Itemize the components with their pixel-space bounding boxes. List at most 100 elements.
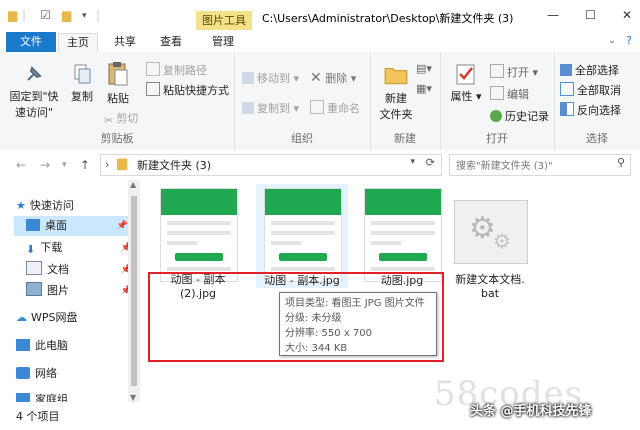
open-group-label: 打开 (486, 132, 508, 145)
up-icon[interactable]: ↑ (80, 158, 90, 172)
documents-icon (26, 261, 42, 275)
copy-path-button[interactable]: 复制路径 (146, 62, 207, 78)
refresh-icon[interactable]: ⟳ (426, 156, 435, 169)
copy-path-icon (146, 62, 160, 76)
new-folder-icon[interactable]: ▆ (62, 8, 71, 22)
picture-tools-label: 图片工具 (196, 11, 252, 30)
collapse-ribbon-icon[interactable]: ⌄ (608, 35, 616, 46)
nav-scroll-thumb[interactable] (131, 196, 137, 386)
new-folder-icon (384, 67, 408, 85)
rename-icon (310, 100, 324, 114)
delete-button[interactable]: ✕ 删除 ▾ (310, 70, 356, 86)
new-group: 新建 文件夹 ▤▾ ▦▾ 新建 (370, 52, 441, 150)
paste-button[interactable]: 粘贴 (100, 60, 136, 106)
sidebar-item-wps-cloud[interactable]: ☁ WPS网盘 (16, 308, 126, 328)
tab-home[interactable]: 主页 (58, 33, 98, 52)
history-button[interactable]: 历史记录 (490, 108, 549, 124)
search-input[interactable]: 搜索"新建文件夹 (3)" ⚲ (449, 154, 631, 176)
recent-locations-icon[interactable]: ▾ (62, 160, 67, 170)
tooltip-resolution: 分辨率: 550 x 700 (285, 328, 372, 339)
desktop-icon (26, 219, 40, 231)
easy-access-icon[interactable]: ▦▾ (416, 82, 432, 95)
cut-button[interactable]: ✂ 剪切 (104, 110, 138, 127)
tab-share[interactable]: 共享 (106, 33, 144, 51)
address-dropdown-icon[interactable]: ▾ (410, 157, 415, 167)
pin-quick-access-button[interactable]: 固定到"快 速访问" (8, 62, 60, 120)
scissors-icon: ✂ (104, 114, 114, 127)
open-button[interactable]: 打开 ▾ (490, 64, 538, 80)
properties-icon[interactable]: ☑ (40, 8, 51, 22)
properties-button[interactable]: 属性 ▾ (448, 62, 484, 104)
batch-file-icon: ⚙ ⚙ (454, 200, 528, 264)
ribbon-tabs: 文件 主页 共享 查看 管理 ⌄ ? (0, 30, 640, 53)
gear-icon: ⚙ (469, 211, 496, 246)
tab-manage[interactable]: 管理 (204, 33, 242, 51)
help-icon[interactable]: ? (626, 34, 632, 47)
copy-icon (74, 64, 91, 84)
sidebar-item-quick-access[interactable]: ★ 快速访问 (16, 196, 126, 216)
sidebar-item-pictures[interactable]: 图片 📌 (26, 281, 136, 301)
address-bar[interactable]: › ▆ 新建文件夹 (3) ▾ ⟳ (100, 154, 442, 176)
select-none-button[interactable]: 全部取消 (560, 82, 621, 98)
forward-icon[interactable]: → (40, 158, 50, 172)
organize-group: 移动到 ▾ 复制到 ▾ ✕ 删除 ▾ 重命名 组织 (234, 52, 371, 150)
navigation-pane: ★ 快速访问 桌面 📌 ⬇ 下载 📌 文档 📌 图片 📌 ☁ WPS网盘 此电脑 网络… (0, 180, 140, 402)
tooltip-size: 大小: 344 KB (285, 343, 348, 354)
open-group: 属性 ▾ 打开 ▾ 编辑 历史记录 打开 (440, 52, 555, 150)
scroll-down-icon[interactable]: ▼ (130, 393, 136, 402)
select-all-button[interactable]: 全部选择 (560, 62, 619, 78)
download-arrow-icon: ⬇ (26, 243, 36, 256)
breadcrumb-current[interactable]: 新建文件夹 (3) (137, 157, 211, 173)
rename-button[interactable]: 重命名 (310, 100, 360, 116)
clipboard-group: 固定到"快 速访问" 复制 粘贴 复制路径 粘贴快捷方式 ✂ 剪切 剪贴板 (0, 52, 235, 150)
copy-label: 复制 (71, 90, 93, 103)
copy-to-button[interactable]: 复制到 ▾ (242, 100, 299, 116)
properties-check-icon (456, 64, 475, 85)
network-icon (16, 367, 30, 379)
separator-icon: | (22, 8, 27, 22)
pin-label: 固定到"快 速访问" (9, 90, 59, 119)
maximize-button[interactable]: ☐ (585, 8, 596, 22)
tab-view[interactable]: 查看 (152, 33, 190, 51)
select-group-label: 选择 (586, 132, 608, 145)
copy-button[interactable]: 复制 (64, 62, 100, 104)
move-to-icon (242, 72, 254, 84)
star-icon: ★ (16, 199, 26, 212)
paste-shortcut-icon (146, 82, 160, 96)
back-icon[interactable]: ← (16, 158, 26, 172)
invert-selection-button[interactable]: 反向选择 (560, 102, 621, 118)
new-folder-button[interactable]: 新建 文件夹 (376, 62, 416, 122)
new-item-icon[interactable]: ▤▾ (416, 62, 432, 75)
history-icon (490, 110, 502, 122)
ribbon: 固定到"快 速访问" 复制 粘贴 复制路径 粘贴快捷方式 ✂ 剪切 剪贴板 移动… (0, 52, 640, 151)
sidebar-item-this-pc[interactable]: 此电脑 (16, 336, 126, 356)
gear-icon: ⚙ (493, 229, 511, 253)
sidebar-item-network[interactable]: 网络 (16, 364, 126, 384)
edit-button[interactable]: 编辑 (490, 86, 529, 102)
minimize-button[interactable]: — (547, 8, 559, 22)
quick-access-dropdown-icon[interactable]: ▾ (82, 11, 87, 21)
address-row: ← → ▾ ↑ › ▆ 新建文件夹 (3) ▾ ⟳ 搜索"新建文件夹 (3)" … (0, 150, 640, 180)
delete-icon: ✕ (310, 70, 322, 86)
tooltip-rating: 分级: 未分级 (285, 313, 342, 324)
search-placeholder: 搜索"新建文件夹 (3)" (456, 161, 553, 172)
item-count: 4 个项目 (16, 410, 60, 423)
pin-icon[interactable]: 📌 (117, 216, 128, 236)
pin-icon (27, 66, 42, 81)
search-icon[interactable]: ⚲ (617, 156, 625, 169)
move-to-button[interactable]: 移动到 ▾ (242, 70, 299, 86)
paste-shortcut-button[interactable]: 粘贴快捷方式 (146, 82, 229, 98)
close-button[interactable]: ✕ (622, 8, 632, 22)
tab-file[interactable]: 文件 (6, 32, 56, 52)
sidebar-item-desktop[interactable]: 桌面 📌 (14, 216, 132, 236)
pictures-icon (26, 282, 42, 296)
sidebar-item-downloads[interactable]: ⬇ 下载 📌 (26, 238, 136, 258)
title-bar: ▆ | ☑ ▆ ▾ | 图片工具 C:\Users\Administrator\… (0, 0, 640, 30)
paste-icon (108, 62, 128, 86)
credit-label: 头条 @手机科技先锋 (470, 404, 592, 419)
scroll-up-icon[interactable]: ▲ (130, 180, 136, 189)
explorer-window: ▆ | ☑ ▆ ▾ | 图片工具 C:\Users\Administrator\… (0, 0, 640, 430)
sidebar-item-homegroup[interactable]: 家庭组 (16, 390, 126, 402)
folder-icon: ▆ (8, 8, 18, 22)
sidebar-item-documents[interactable]: 文档 📌 (26, 260, 136, 280)
